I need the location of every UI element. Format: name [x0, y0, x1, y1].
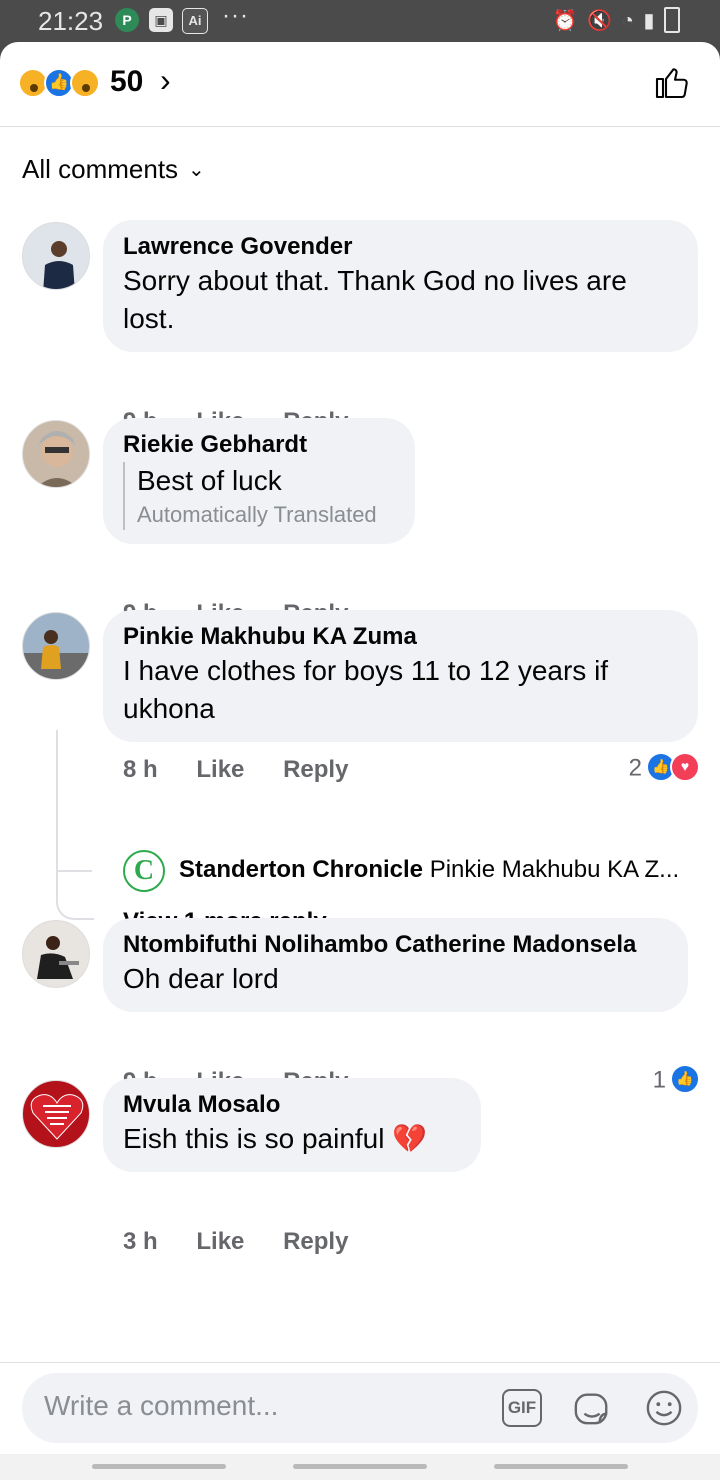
- comment-reactions[interactable]: 1 👍: [652, 1064, 700, 1096]
- comment-age[interactable]: 8 h: [123, 756, 158, 783]
- nav-back[interactable]: [494, 1464, 628, 1469]
- comments-sheet: 👍 50 › All comments ⌄ Lawrence Govender S…: [0, 42, 720, 1480]
- avatar[interactable]: [22, 420, 90, 488]
- comment-author[interactable]: Mvula Mosalo: [123, 1090, 461, 1120]
- signal-icon: ▮: [643, 10, 655, 32]
- avatar[interactable]: [22, 612, 90, 680]
- status-icons: ⏰ 🔇 ◔ ▮: [549, 6, 680, 35]
- comment-actions: 3 h Like Reply: [123, 1228, 380, 1256]
- comment-text: I have clothes for boys 11 to 12 years i…: [123, 655, 609, 724]
- reaction-count: 2: [628, 754, 642, 782]
- reply-author[interactable]: Standerton Chronicle: [179, 856, 423, 883]
- sticker-icon[interactable]: [572, 1389, 612, 1427]
- like-button-icon[interactable]: [654, 64, 690, 100]
- comment-sort-dropdown[interactable]: All comments ⌄: [22, 154, 205, 185]
- emoji-icon[interactable]: [644, 1389, 684, 1427]
- battery-icon: [664, 6, 680, 33]
- nav-home[interactable]: [293, 1464, 427, 1469]
- comment-placeholder: Write a comment...: [44, 1390, 279, 1421]
- comment-reactions[interactable]: 2 👍 ♥: [628, 752, 700, 784]
- alarm-icon: ⏰: [552, 10, 578, 32]
- comment-bubble[interactable]: Riekie Gebhardt Best of luck Automatical…: [103, 418, 415, 544]
- reply-button[interactable]: Reply: [283, 1228, 348, 1255]
- comment-author[interactable]: Ntombifuthi Nolihambo Catherine Madonsel…: [123, 930, 668, 960]
- comment-author[interactable]: Riekie Gebhardt: [123, 430, 395, 460]
- comment-bubble[interactable]: Ntombifuthi Nolihambo Catherine Madonsel…: [103, 918, 688, 1012]
- comment-author[interactable]: Pinkie Makhubu KA Zuma: [123, 622, 678, 652]
- reply-button[interactable]: Reply: [283, 756, 348, 783]
- reaction-count: 1: [652, 1066, 666, 1094]
- more-notifications-icon: ···: [222, 2, 249, 29]
- comment-text: Sorry about that. Thank God no lives are…: [123, 265, 627, 334]
- avatar[interactable]: [22, 222, 90, 290]
- translated-block: Best of luck Automatically Translated: [123, 462, 395, 530]
- reply-preview-text: Standerton Chronicle Pinkie Makhubu KA Z…: [179, 856, 719, 884]
- chevron-right-icon[interactable]: ›: [160, 62, 171, 99]
- gif-icon[interactable]: GIF: [502, 1389, 542, 1427]
- ai-icon: Ai: [182, 8, 208, 34]
- reply-snippet: Pinkie Makhubu KA Z...: [429, 856, 680, 883]
- nav-recent[interactable]: [92, 1464, 226, 1469]
- comment-text-content: Eish this is so painful: [123, 1123, 385, 1154]
- page-avatar[interactable]: C: [123, 850, 165, 892]
- love-reaction-icon: ♥: [670, 752, 700, 782]
- sort-label: All comments: [22, 154, 179, 184]
- thread-branch: [56, 730, 92, 872]
- comment-author[interactable]: Lawrence Govender: [123, 232, 678, 262]
- chevron-down-icon: ⌄: [188, 158, 205, 181]
- wow-reaction-icon: [70, 68, 100, 98]
- comment-text: Oh dear lord: [123, 963, 279, 994]
- comment-bubble[interactable]: Pinkie Makhubu KA Zuma I have clothes fo…: [103, 610, 698, 742]
- comment-actions: 8 h Like Reply: [123, 756, 380, 784]
- system-nav-bar: [0, 1454, 720, 1480]
- comment-age[interactable]: 3 h: [123, 1228, 158, 1255]
- image-icon: ▣: [149, 8, 173, 32]
- like-button[interactable]: Like: [196, 756, 244, 783]
- translation-note[interactable]: Automatically Translated: [137, 500, 395, 530]
- mute-icon: 🔇: [587, 10, 613, 32]
- status-time: 21:23: [38, 6, 104, 36]
- comment-bubble[interactable]: Lawrence Govender Sorry about that. Than…: [103, 220, 698, 352]
- comment-input[interactable]: Write a comment... GIF: [22, 1373, 698, 1443]
- comments-header: 👍 50 ›: [0, 42, 720, 127]
- comment-bubble[interactable]: Mvula Mosalo Eish this is so painful 💔: [103, 1078, 481, 1172]
- broken-heart-icon: 💔: [392, 1123, 428, 1154]
- wifi-icon: ◔: [621, 10, 634, 32]
- avatar[interactable]: [22, 1080, 90, 1148]
- comment-text: Eish this is so painful 💔: [123, 1120, 461, 1158]
- status-bar: 21:23 P ▣ Ai ··· ⏰ 🔇 ◔ ▮: [0, 0, 720, 42]
- comment-text: Best of luck: [137, 465, 282, 496]
- like-button[interactable]: Like: [196, 1228, 244, 1255]
- avatar[interactable]: [22, 920, 90, 988]
- like-reaction-icon: 👍: [670, 1064, 700, 1094]
- reaction-count[interactable]: 50: [110, 65, 143, 99]
- p-icon: P: [115, 8, 139, 32]
